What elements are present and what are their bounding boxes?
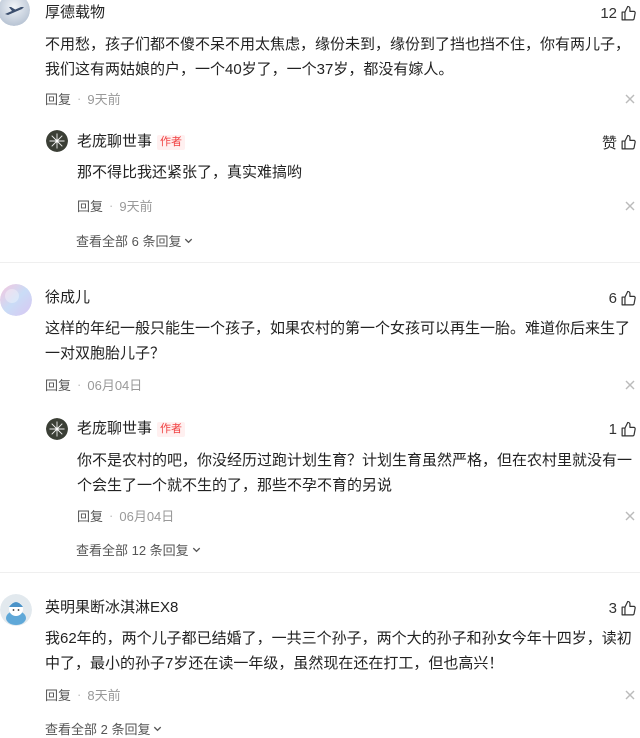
comment-time: 8天前: [87, 687, 121, 703]
reply-name-row: 老庞聊世事 作者: [77, 419, 186, 439]
commenter-name[interactable]: 厚德载物: [45, 3, 105, 23]
reply-meta: 回复 · 06月04日: [77, 505, 174, 525]
reply-button[interactable]: 回复: [77, 506, 103, 525]
close-icon[interactable]: [624, 199, 636, 211]
like-label: 赞: [601, 134, 617, 152]
view-all-replies-label: 查看全部 6 条回复: [76, 233, 182, 249]
author-avatar[interactable]: [46, 418, 68, 440]
comment-time: 06月04日: [87, 377, 143, 393]
avatar[interactable]: [0, 0, 30, 26]
like-count: 3: [608, 599, 617, 617]
comment-meta: 回复 · 06月04日: [45, 374, 142, 394]
avatar[interactable]: [0, 594, 32, 626]
comment-text-line: 我62年的，两个儿子都已结婚了，一共三个孙子，两个大的孙子和孙女今年十四岁，读初: [45, 630, 632, 647]
like-button[interactable]: 6: [609, 288, 637, 308]
like-button[interactable]: 赞: [602, 132, 637, 152]
reply-text-line: 个会生了一个就不生的了，那些不孕不育的另说: [77, 476, 393, 494]
reply-time: 06月04日: [119, 508, 175, 524]
close-icon[interactable]: [624, 509, 636, 521]
reply-button[interactable]: 回复: [45, 685, 71, 704]
thumbs-up-icon: [620, 5, 637, 22]
view-all-replies-button[interactable]: 查看全部 2 条回复: [45, 718, 163, 738]
like-button[interactable]: 1: [609, 419, 637, 439]
meta-separator: ·: [109, 507, 114, 523]
reply-text-line: 那不得比我还紧张了，真实难搞哟: [77, 164, 303, 181]
thumbs-up-icon: [620, 600, 637, 617]
thumbs-up-icon: [620, 421, 637, 438]
thumbs-up-icon: [620, 134, 637, 151]
reply-text: 你不是农村的吧，你没经历过跑计划生育？计划生育虽然严格，但在农村里就没有一 个会…: [77, 449, 632, 498]
reply-meta: 回复 · 9天前: [77, 195, 153, 215]
author-badge: 作者: [157, 421, 186, 437]
view-all-replies-label: 查看全部 2 条回复: [45, 721, 151, 737]
reply-text-line: 你不是农村的吧，你没经历过跑计划生育？计划生育虽然严格，但在农村里就没有一: [77, 452, 633, 469]
like-count: 12: [600, 4, 617, 22]
comment-text-line: 这样的年纪一般只能生一个孩子，如果农村的第一个女孩可以再生一胎。难道你后来生了: [45, 320, 631, 337]
reply-button[interactable]: 回复: [45, 89, 71, 108]
like-button[interactable]: 12: [600, 3, 637, 23]
comment-meta: 回复 · 9天前: [45, 88, 121, 108]
view-all-replies-button[interactable]: 查看全部 12 条回复: [76, 539, 202, 559]
close-icon[interactable]: [624, 688, 636, 700]
commenter-name[interactable]: 徐成儿: [45, 288, 90, 308]
chevron-down-icon: [191, 544, 202, 555]
chevron-down-icon: [183, 235, 194, 246]
comment-text-line: 一对双胞胎儿子？: [45, 344, 166, 362]
reply-name-row: 老庞聊世事 作者: [77, 132, 186, 152]
comment-text: 不用愁，孩子们都不傻不呆不用太焦虑，缘份未到，缘份到了挡也挡不住，你有两儿子， …: [45, 33, 630, 82]
chevron-down-icon: [152, 723, 163, 734]
like-count: 1: [608, 420, 617, 438]
close-icon[interactable]: [624, 92, 636, 104]
like-button[interactable]: 3: [609, 598, 637, 618]
divider: [0, 262, 640, 263]
divider: [0, 572, 640, 573]
reply-time: 9天前: [119, 198, 153, 214]
author-avatar[interactable]: [46, 130, 68, 152]
reply-text: 那不得比我还紧张了，真实难搞哟: [77, 161, 302, 186]
comment-text: 这样的年纪一般只能生一个孩子，如果农村的第一个女孩可以再生一胎。难道你后来生了 …: [45, 317, 630, 366]
meta-separator: ·: [109, 197, 114, 213]
commenter-name-row: 英明果断冰淇淋EX8: [45, 598, 178, 618]
reply-author-name[interactable]: 老庞聊世事: [77, 419, 152, 439]
comment-time: 9天前: [87, 91, 121, 107]
close-icon[interactable]: [624, 378, 636, 390]
comment-text: 我62年的，两个儿子都已结婚了，一共三个孙子，两个大的孙子和孙女今年十四岁，读初…: [45, 627, 632, 676]
commenter-name-row: 徐成儿: [45, 288, 90, 308]
view-all-replies-button[interactable]: 查看全部 6 条回复: [76, 230, 194, 250]
like-count: 6: [608, 289, 617, 307]
meta-separator: ·: [77, 90, 82, 106]
view-all-replies-label: 查看全部 12 条回复: [76, 542, 189, 558]
reply-button[interactable]: 回复: [77, 196, 103, 215]
comment-text-line: 中了，最小的孙子7岁还在读一年级，虽然现在还在打工，但也高兴！: [45, 654, 504, 672]
commenter-name-row: 厚德载物: [45, 3, 105, 23]
comment-text-line: 不用愁，孩子们都不傻不呆不用太焦虑，缘份未到，缘份到了挡也挡不住，你有两儿子，: [45, 36, 631, 53]
comment-text-line: 我们这有两姑娘的户，一个40岁了，一个37岁，都没有嫁人。: [45, 60, 454, 78]
reply-button[interactable]: 回复: [45, 375, 71, 394]
commenter-name[interactable]: 英明果断冰淇淋EX8: [45, 598, 178, 618]
author-badge: 作者: [157, 134, 186, 150]
avatar[interactable]: [0, 284, 32, 316]
reply-author-name[interactable]: 老庞聊世事: [77, 132, 152, 152]
meta-separator: ·: [77, 376, 82, 392]
comment-meta: 回复 · 8天前: [45, 684, 121, 704]
meta-separator: ·: [77, 686, 82, 702]
thumbs-up-icon: [620, 290, 637, 307]
